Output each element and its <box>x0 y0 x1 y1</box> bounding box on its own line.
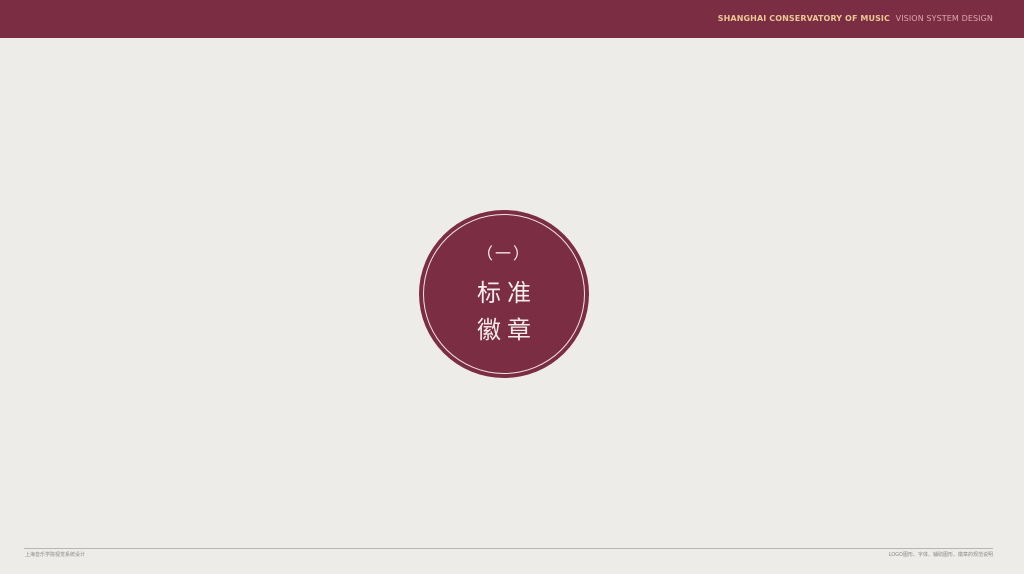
section-title-line1: 标准 <box>477 279 537 307</box>
footer-right-text: LOGO图形、字体、辅助图形、徽章的规范说明 <box>888 552 993 558</box>
header-subtitle: VISION SYSTEM DESIGN <box>895 14 993 23</box>
section-emblem: （一） 标准 徽章 <box>419 210 589 378</box>
section-title-line2: 徽章 <box>477 316 537 344</box>
section-number: （一） <box>476 244 531 263</box>
footer-divider <box>24 548 993 549</box>
header-bar: SHANGHAI CONSERVATORY OF MUSIC VISION SY… <box>0 0 1024 38</box>
header-title: SHANGHAI CONSERVATORY OF MUSIC VISION SY… <box>718 14 993 24</box>
footer-left-text: 上海音乐学院视觉系统设计 <box>25 552 86 558</box>
header-brand: SHANGHAI CONSERVATORY OF MUSIC <box>717 14 890 23</box>
